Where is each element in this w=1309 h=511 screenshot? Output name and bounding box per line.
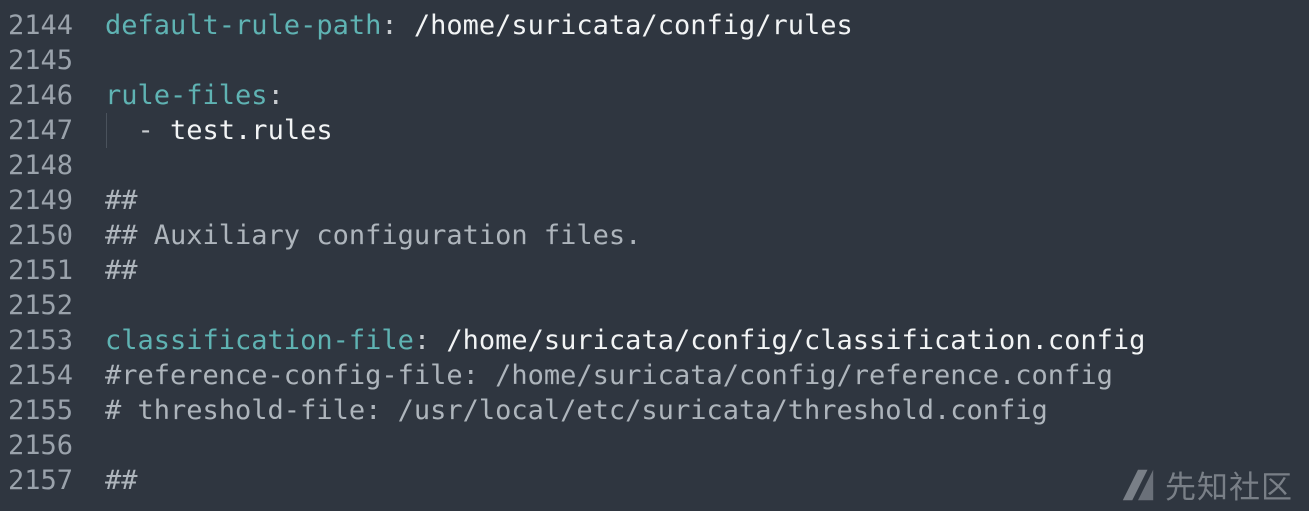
line-code: classification-file: /home/suricata/conf… bbox=[105, 323, 1145, 358]
xianzhi-logo-icon bbox=[1122, 469, 1154, 500]
code-line[interactable]: 2151 ## bbox=[0, 253, 1309, 288]
token-comment: ## Auxiliary configuration files. bbox=[105, 220, 642, 251]
token-comment: ## bbox=[105, 255, 138, 286]
code-line[interactable]: 2147 - test.rules bbox=[0, 113, 1309, 148]
line-code: ## bbox=[105, 183, 138, 218]
line-number: 2149 bbox=[8, 185, 74, 216]
code-line[interactable]: 2153 classification-file: /home/suricata/… bbox=[0, 323, 1309, 358]
watermark-text: 先知社区 bbox=[1165, 470, 1293, 506]
line-code: - test.rules bbox=[105, 113, 333, 148]
token-comment: #reference-config-file: /home/suricata/c… bbox=[105, 360, 1113, 391]
line-number: 2154 bbox=[8, 360, 74, 391]
code-line[interactable]: 2143 bbox=[0, 0, 1309, 8]
line-number: 2144 bbox=[8, 10, 74, 41]
token-val: /home/suricata/config/classification.con… bbox=[446, 325, 1146, 356]
code-line[interactable]: 2144 default-rule-path: /home/suricata/co… bbox=[0, 8, 1309, 43]
token-punc: : bbox=[413, 325, 447, 356]
line-code: rule-files: bbox=[105, 78, 284, 113]
line-number: 2147 bbox=[8, 115, 74, 146]
line-number: 2146 bbox=[8, 80, 74, 111]
code-line[interactable]: 2146 rule-files: bbox=[0, 78, 1309, 113]
token-comment: ## bbox=[105, 185, 138, 216]
code-lines: 2143 2144 default-rule-path: /home/suricat… bbox=[0, 0, 1309, 498]
token-punc: : bbox=[267, 80, 284, 111]
line-number: 2153 bbox=[8, 325, 74, 356]
token-key: rule-files bbox=[105, 80, 268, 111]
code-line[interactable]: 2148 bbox=[0, 148, 1309, 183]
token-comment: ## bbox=[105, 465, 138, 496]
line-number: 2152 bbox=[8, 290, 74, 321]
line-code: default-rule-path: /home/suricata/config… bbox=[105, 8, 853, 43]
line-number: 2157 bbox=[8, 465, 74, 496]
line-number: 2145 bbox=[8, 45, 74, 76]
watermark: 先知社区 bbox=[1119, 462, 1293, 507]
code-line[interactable]: 2149 ## bbox=[0, 183, 1309, 218]
line-number: 2151 bbox=[8, 255, 74, 286]
token-key: classification-file bbox=[105, 325, 414, 356]
code-line[interactable]: 2145 bbox=[0, 43, 1309, 78]
code-line[interactable]: 2156 bbox=[0, 428, 1309, 463]
code-line[interactable]: 2154 #reference-config-file: /home/surica… bbox=[0, 358, 1309, 393]
token-val: test.rules bbox=[170, 115, 333, 146]
line-number: 2143 bbox=[8, 0, 76, 8]
token-punc: : bbox=[381, 10, 414, 41]
token-key: default-rule-path bbox=[105, 10, 382, 41]
token-dash: - bbox=[105, 115, 171, 146]
line-number: 2148 bbox=[8, 150, 74, 181]
code-line[interactable]: 2152 bbox=[0, 288, 1309, 323]
code-editor[interactable]: 2143 2144 default-rule-path: /home/suricat… bbox=[0, 0, 1309, 511]
code-line[interactable]: 2155 # threshold-file: /usr/local/etc/sur… bbox=[0, 393, 1309, 428]
code-line[interactable]: 2157 ## bbox=[0, 463, 1309, 498]
line-code: # threshold-file: /usr/local/etc/suricat… bbox=[105, 393, 1048, 428]
line-number: 2150 bbox=[8, 220, 74, 251]
line-code: ## Auxiliary configuration files. bbox=[105, 218, 641, 253]
line-number: 2155 bbox=[8, 395, 74, 426]
token-val: /home/suricata/config/rules bbox=[413, 10, 853, 41]
code-line[interactable]: 2150 ## Auxiliary configuration files. bbox=[0, 218, 1309, 253]
line-number: 2156 bbox=[8, 430, 74, 461]
line-code: ## bbox=[105, 253, 138, 288]
token-comment: # threshold-file: /usr/local/etc/suricat… bbox=[105, 395, 1048, 426]
line-code: #reference-config-file: /home/suricata/c… bbox=[105, 358, 1113, 393]
line-code: ## bbox=[105, 463, 138, 498]
